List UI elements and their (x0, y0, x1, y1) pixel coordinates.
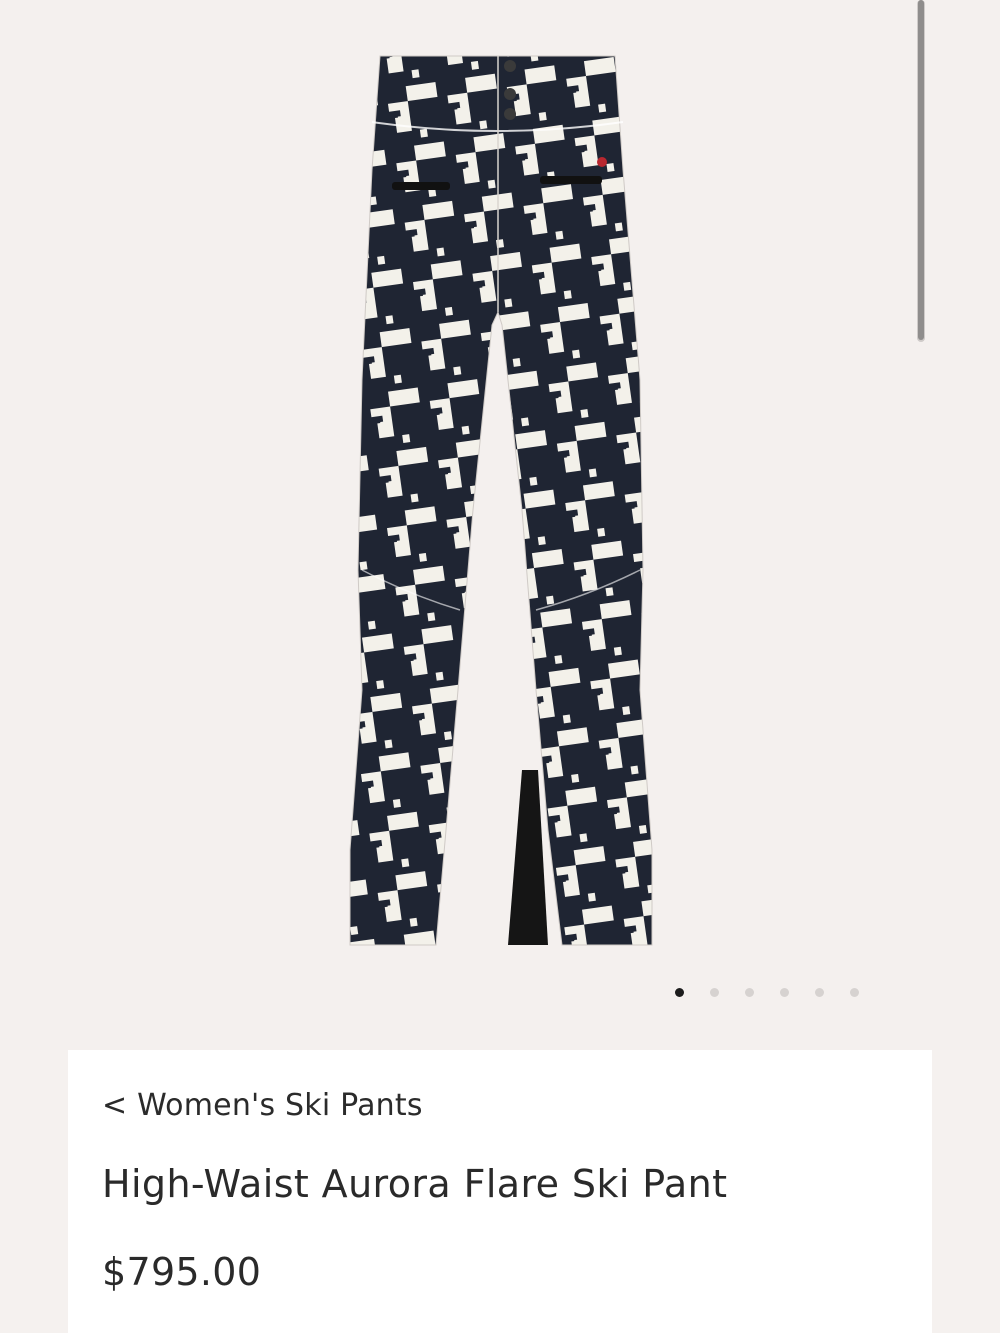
product-image-gallery[interactable] (0, 0, 1000, 1050)
carousel-dot-5[interactable] (815, 987, 824, 997)
product-title: High-Waist Aurora Flare Ski Pant (102, 1162, 728, 1206)
scrollbar-thumb[interactable] (918, 0, 924, 340)
product-price: $795.00 (102, 1250, 262, 1294)
carousel-dot-3[interactable] (745, 987, 754, 997)
carousel-dot-4[interactable] (780, 987, 789, 997)
carousel-dot-2[interactable] (710, 987, 719, 997)
carousel-dot-1[interactable] (675, 987, 684, 997)
carousel-dot-6[interactable] (850, 987, 859, 997)
carousel-pagination (675, 984, 859, 1000)
product-page: < Women's Ski Pants High-Waist Aurora Fl… (0, 0, 1000, 1333)
product-image[interactable] (340, 50, 655, 955)
scrollbar[interactable] (917, 0, 925, 342)
product-details-panel: < Women's Ski Pants High-Waist Aurora Fl… (68, 1050, 932, 1333)
back-to-category-link[interactable]: < Women's Ski Pants (102, 1088, 423, 1123)
